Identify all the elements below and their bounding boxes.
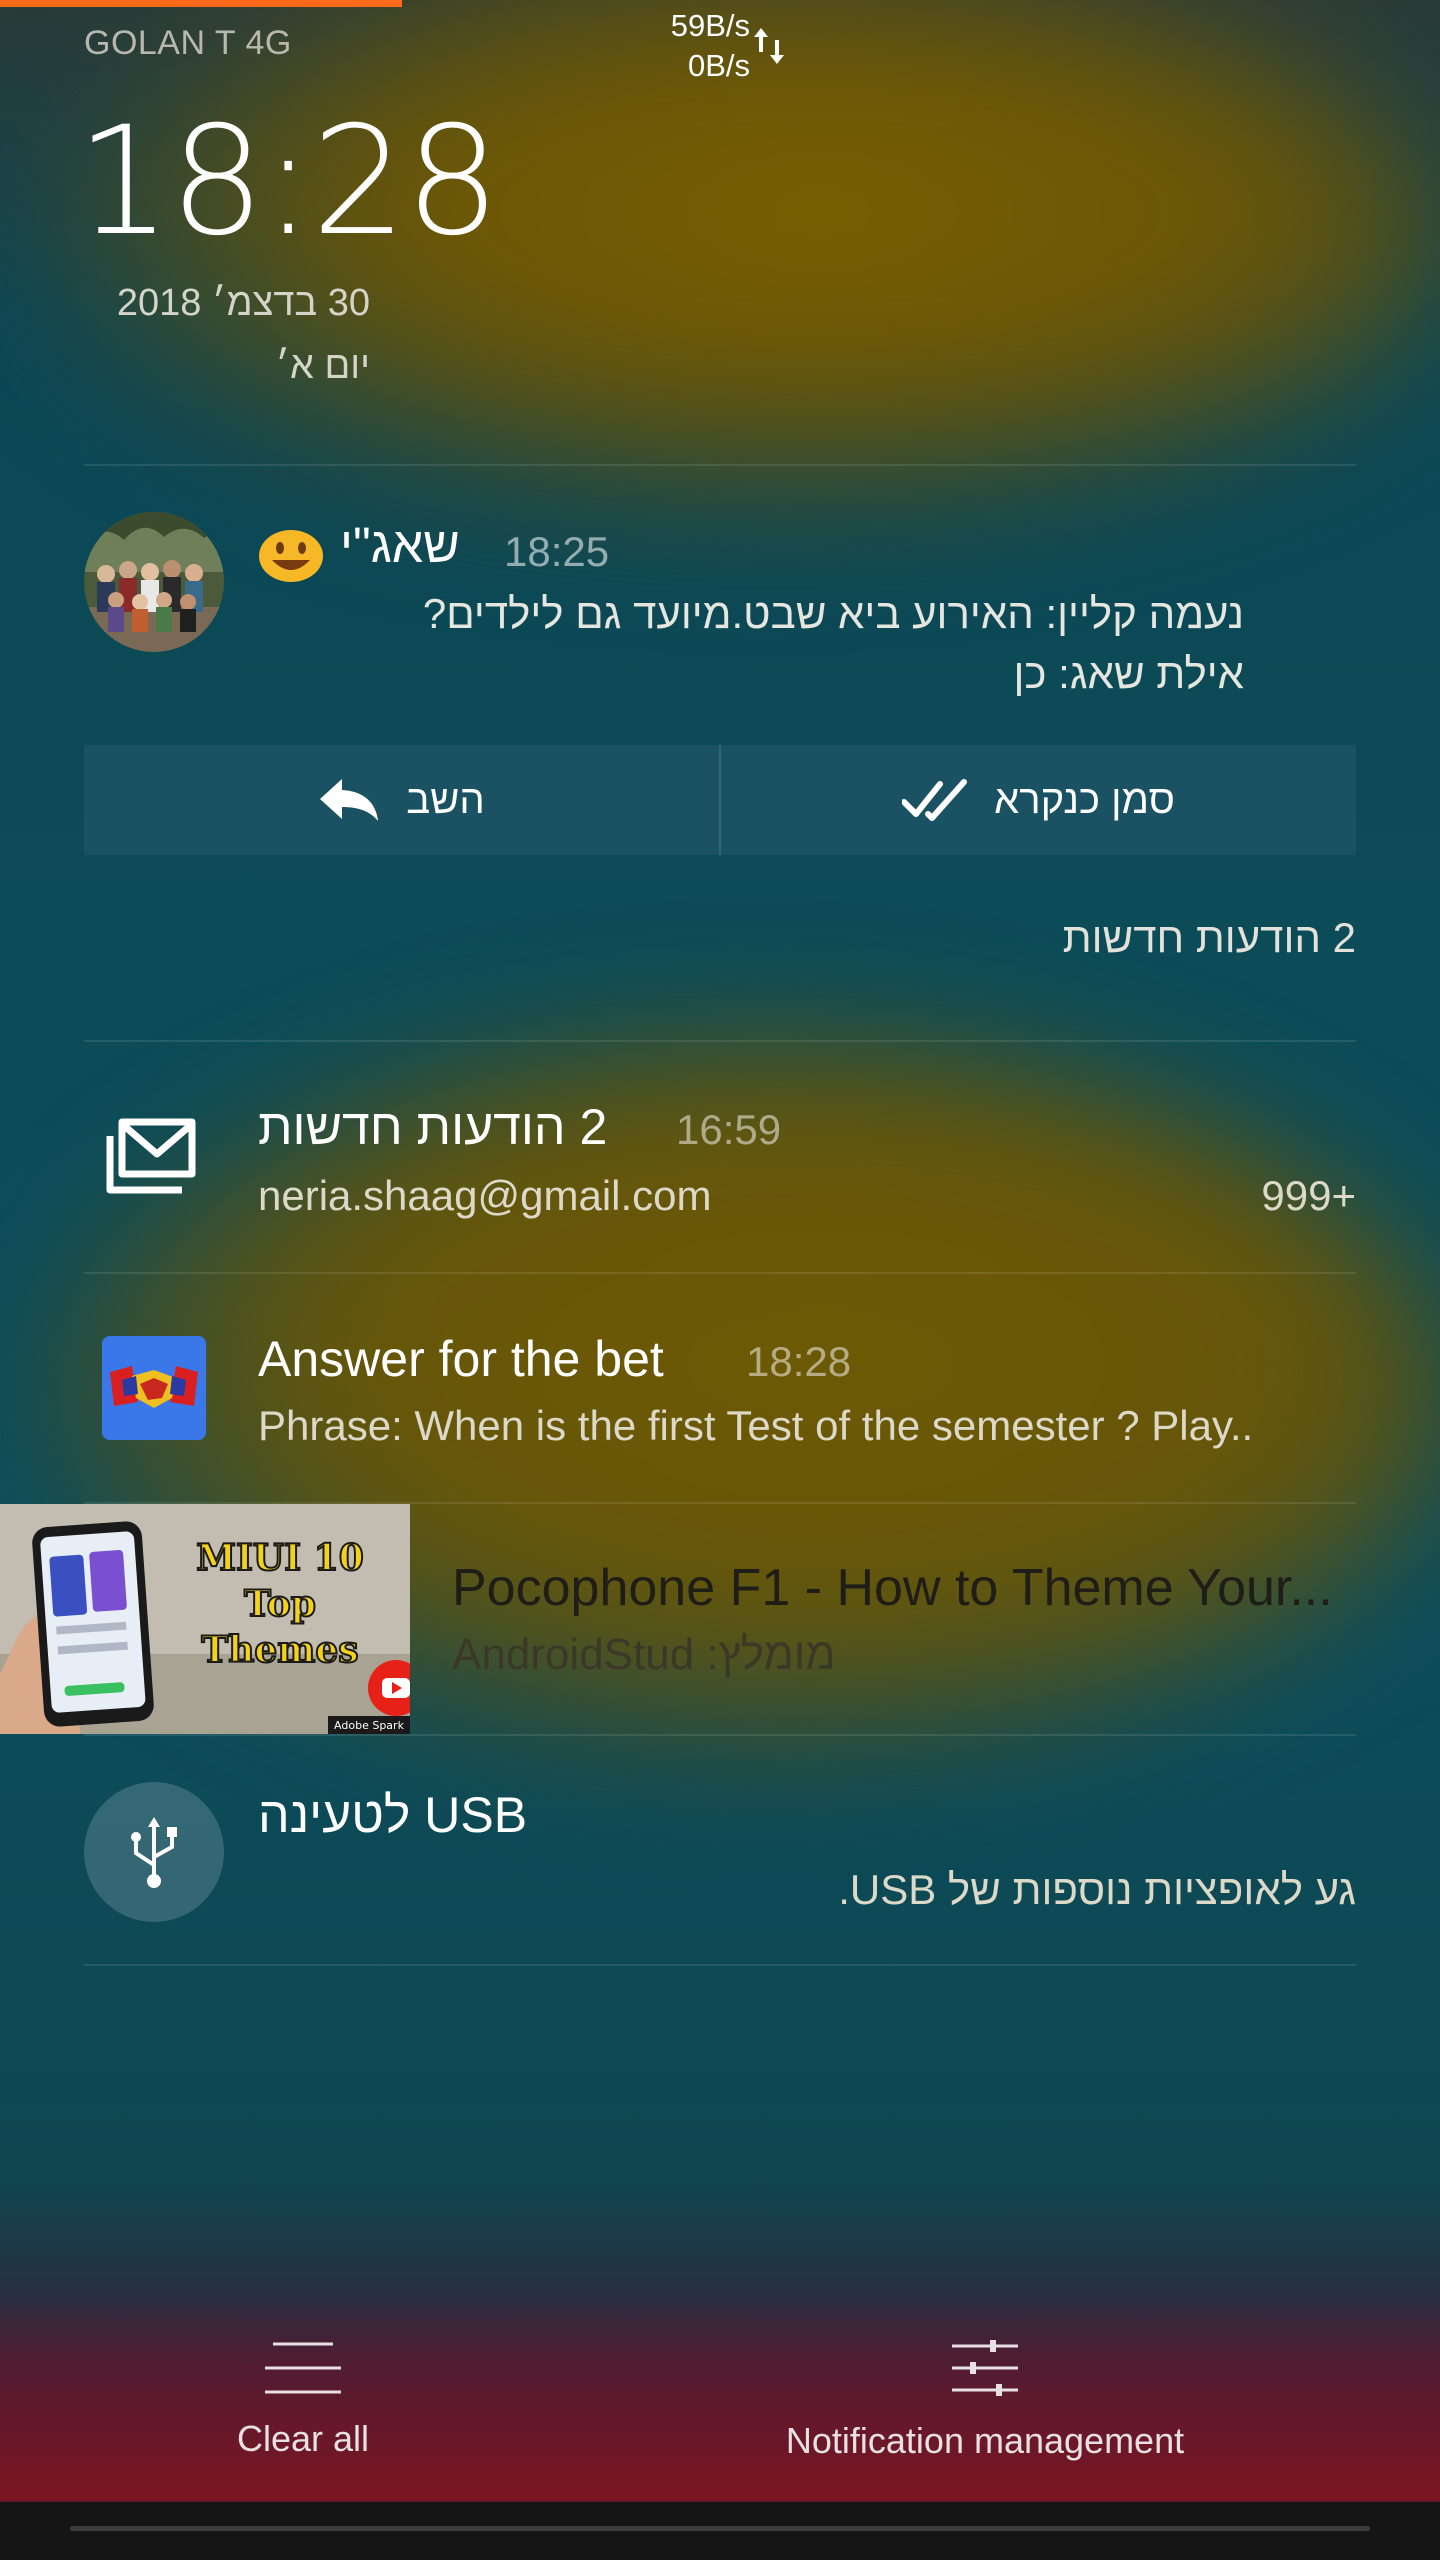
mark-read-button[interactable]: סמן כנקרא — [719, 745, 1356, 855]
upload-speed: 59B/s — [670, 8, 750, 43]
bet-app-time: 18:28 — [746, 1338, 852, 1385]
video-thumbnail: MIUI 10 Top Themes Adobe Spark — [0, 1504, 410, 1734]
divider — [84, 464, 1356, 466]
gmail-time: 16:59 — [676, 1106, 782, 1153]
thumbnail-text-line: MIUI 10 — [196, 1537, 364, 1579]
lockscreen-day: יום א׳ — [275, 345, 370, 387]
gesture-handle[interactable] — [70, 2526, 1370, 2531]
clear-lines-icon — [265, 2342, 341, 2394]
chat-message-line: נעמה קליין: האירוע ביא שבט.מיועד גם לילד… — [422, 590, 1244, 637]
data-arrows-icon — [754, 28, 784, 64]
usb-title: USB לטעינה — [258, 1787, 528, 1843]
gmail-title: 2 הודעות חדשות — [258, 1099, 608, 1155]
gmail-account: neria.shaag@gmail.com — [258, 1172, 712, 1219]
usb-icon-circle — [84, 1782, 224, 1922]
divider — [84, 1040, 1356, 1042]
lockscreen-date: 30 בדצמ׳ 2018 — [116, 282, 370, 324]
chat-group-title: שאג"י — [340, 517, 460, 573]
usb-body: גע לאופציות נוספות של USB. — [838, 1866, 1356, 1913]
thumbnail-badge: Adobe Spark — [334, 1719, 405, 1732]
mark-read-label: סמן כנקרא — [994, 777, 1175, 822]
clear-all-button[interactable]: Clear all — [190, 2340, 416, 2460]
notification-actions: השב סמן כנקרא — [84, 745, 1356, 855]
handshake-icon — [102, 1336, 206, 1440]
chat-time: 18:25 — [504, 528, 610, 575]
download-speed: 0B/s — [687, 48, 750, 83]
top-progress-indicator — [0, 0, 402, 7]
chat-message-line: אילת שאג: כן — [1013, 650, 1244, 697]
gmail-unread-count: 999+ — [1261, 1172, 1356, 1219]
reply-button[interactable]: השב — [84, 745, 719, 855]
gmail-envelope-icon — [106, 1118, 196, 1194]
bet-app-body: Phrase: When is the first Test of the se… — [258, 1402, 1254, 1449]
carrier-name: GOLAN T 4G — [84, 24, 292, 62]
notification-management-label: Notification management — [785, 2420, 1185, 2461]
reply-label: השב — [406, 777, 485, 822]
navigation-bar — [0, 2502, 1440, 2560]
usb-icon — [131, 1817, 177, 1888]
divider — [84, 1272, 1356, 1274]
divider — [84, 1734, 1356, 1736]
network-speed: 59B/s 0B/s — [620, 6, 750, 86]
bet-app-title: Answer for the bet — [258, 1331, 664, 1387]
double-check-icon — [902, 779, 968, 821]
new-messages-summary[interactable]: 2 הודעות חדשות — [1063, 914, 1356, 962]
notification-management-button[interactable]: Notification management — [730, 2340, 1240, 2462]
group-photo-icon — [84, 512, 224, 652]
lockscreen-clock: 18:28 — [76, 95, 500, 269]
thumbnail-text-line: Top — [244, 1583, 316, 1625]
video-title: Pocophone F1 - How to Theme Your... — [452, 1559, 1333, 1617]
smiley-emoji-icon — [259, 530, 323, 582]
group-avatar — [84, 512, 224, 652]
sliders-icon — [952, 2340, 1018, 2396]
reply-arrow-icon — [320, 779, 379, 821]
clear-all-label: Clear all — [236, 2418, 370, 2459]
video-recommended-by: מומלץ: AndroidStud — [452, 1630, 836, 1679]
divider — [84, 1964, 1356, 1966]
thumbnail-text-line: Themes — [201, 1629, 358, 1671]
thumbnail-image: MIUI 10 Top Themes Adobe Spark — [0, 1504, 410, 1734]
